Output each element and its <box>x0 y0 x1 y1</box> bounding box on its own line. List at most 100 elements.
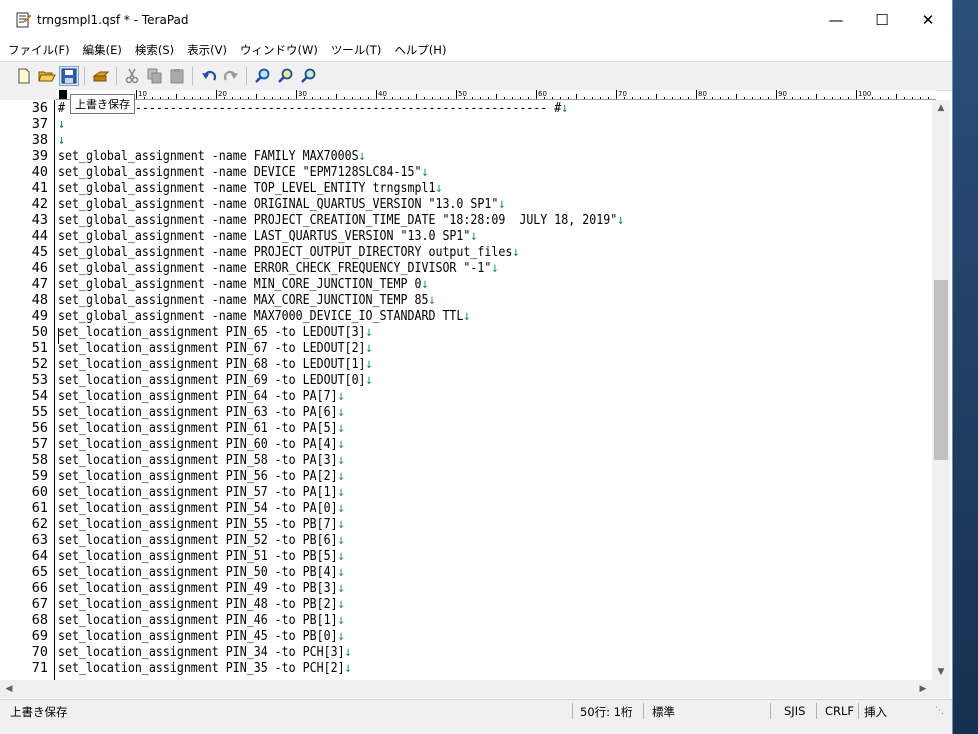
editor-line: 41 set_global_assignment -name TOP_LEVEL_… <box>0 180 932 196</box>
scroll-down-button[interactable]: ▼ <box>932 664 950 680</box>
scroll-left-button[interactable]: ◀ <box>0 681 18 697</box>
text-editor[interactable]: 36 # ------------------------------------… <box>0 100 932 680</box>
ruler-tick <box>448 97 449 99</box>
ruler-tick <box>584 97 585 99</box>
ruler-tick <box>568 97 569 99</box>
menu-edit[interactable]: 編集(E) <box>75 42 127 58</box>
ruler-tick <box>320 97 321 99</box>
line-text: set_global_assignment -name DEVICE "EPM7… <box>58 164 428 180</box>
ruler-tick <box>168 97 169 99</box>
ruler-tick <box>680 97 681 99</box>
ruler-tick <box>440 97 441 99</box>
toolbar-separator <box>192 67 193 85</box>
line-number: 64 <box>31 548 48 564</box>
character-encoding[interactable]: SJIS <box>784 704 805 718</box>
menu-window[interactable]: ウィンドウ(W) <box>232 42 323 58</box>
line-text: set_location_assignment PIN_45 -to PB[0]… <box>58 628 345 644</box>
ruler-tick <box>704 97 705 99</box>
new-file-button[interactable] <box>14 66 34 86</box>
line-content: set_location_assignment PIN_69 -to LEDOU… <box>58 372 366 388</box>
line-content: set_location_assignment PIN_67 -to LEDOU… <box>58 340 366 356</box>
line-content: set_location_assignment PIN_54 -to PA[0] <box>58 500 338 516</box>
cut-button[interactable] <box>122 66 142 86</box>
ruler-tick <box>640 97 641 99</box>
menu-help[interactable]: ヘルプ(H) <box>386 42 451 58</box>
editor-line: 38 ↓ <box>0 132 932 148</box>
paste-button[interactable] <box>167 66 187 86</box>
scroll-up-button[interactable]: ▲ <box>932 100 950 116</box>
maximize-button[interactable]: ☐ <box>859 0 905 40</box>
line-text: set_location_assignment PIN_48 -to PB[2]… <box>58 596 345 612</box>
scissors-icon <box>125 68 139 84</box>
editor-line: 43 set_global_assignment -name PROJECT_CR… <box>0 212 932 228</box>
save-button[interactable] <box>59 66 79 86</box>
ruler-tick <box>832 97 833 99</box>
ruler-tick <box>392 97 393 99</box>
newline-type[interactable]: CRLF <box>825 704 854 718</box>
editor-line: 52 set_location_assignment PIN_68 -to LED… <box>0 356 932 372</box>
ruler-tick <box>608 97 609 99</box>
horizontal-scrollbar[interactable]: ◀ ▶ <box>0 680 932 698</box>
newline-marker: ↓ <box>463 308 471 324</box>
ruler-tick <box>768 97 769 99</box>
insert-mode[interactable]: 挿入 <box>864 704 887 720</box>
save-tooltip: 上書き保存 <box>70 94 135 114</box>
ruler-tick <box>432 97 433 99</box>
toolbar-separator <box>246 67 247 85</box>
ruler-tick <box>408 97 409 99</box>
undo-button[interactable] <box>199 66 219 86</box>
ruler-tick <box>864 97 865 99</box>
ruler-tick <box>880 97 881 99</box>
find-previous-button[interactable] <box>299 66 319 86</box>
line-content: set_global_assignment -name MAX_CORE_JUN… <box>58 292 429 308</box>
ruler-tick <box>664 97 665 99</box>
ruler-tick <box>928 97 929 99</box>
menu-search[interactable]: 検索(S) <box>127 42 179 58</box>
close-button[interactable]: ✕ <box>905 0 951 40</box>
ruler-tick <box>496 94 497 99</box>
menu-file[interactable]: ファイル(F) <box>0 42 75 58</box>
editor-line: 37 ↓ <box>0 116 932 132</box>
editor-line: 59 set_location_assignment PIN_56 -to PA[… <box>0 468 932 484</box>
cursor-position: 50行: 1桁 <box>580 705 633 719</box>
redo-button[interactable] <box>221 66 241 86</box>
resize-grip-icon[interactable]: ⋱ <box>935 706 944 716</box>
ruler-tick <box>632 97 633 99</box>
ruler-tick <box>176 94 177 99</box>
maximize-icon: ☐ <box>875 11 889 29</box>
newline-marker: ↓ <box>337 580 345 596</box>
ruler-label: 70 <box>616 90 627 99</box>
find-next-button[interactable] <box>276 66 296 86</box>
ruler-tick <box>672 97 673 99</box>
print-button[interactable] <box>91 66 111 86</box>
ruler-label: 60 <box>536 90 547 99</box>
menu-view[interactable]: 表示(V) <box>179 42 232 58</box>
printer-icon <box>92 71 110 82</box>
editor-line: 39 set_global_assignment -name FAMILY MAX… <box>0 148 932 164</box>
scroll-right-button[interactable]: ▶ <box>914 681 932 697</box>
editor-line: 71 set_location_assignment PIN_35 -to PCH… <box>0 660 932 676</box>
minimize-button[interactable]: — <box>813 0 859 40</box>
newline-marker: ↓ <box>365 324 373 340</box>
line-text: set_location_assignment PIN_57 -to PA[1]… <box>58 484 345 500</box>
ruler-tick <box>192 97 193 99</box>
ruler-tick <box>256 94 257 99</box>
vertical-scroll-thumb[interactable] <box>934 280 948 460</box>
ruler-cursor-marker <box>59 90 67 99</box>
magnifier-next-icon <box>278 68 293 83</box>
newline-marker: ↓ <box>58 116 66 132</box>
line-content: set_location_assignment PIN_45 -to PB[0] <box>58 628 338 644</box>
find-button[interactable] <box>253 66 273 86</box>
copy-button[interactable] <box>145 66 165 86</box>
line-content: set_location_assignment PIN_49 -to PB[3] <box>58 580 338 596</box>
open-file-button[interactable] <box>37 66 57 86</box>
ruler-tick <box>416 94 417 99</box>
menu-tools[interactable]: ツール(T) <box>323 42 387 58</box>
ruler-tick <box>896 94 897 99</box>
line-number: 61 <box>31 500 48 516</box>
vertical-scrollbar[interactable]: ▲ ▼ <box>932 100 950 680</box>
ruler-tick <box>504 97 505 99</box>
line-text: set_location_assignment PIN_34 -to PCH[3… <box>58 644 352 660</box>
newline-marker: ↓ <box>421 164 429 180</box>
newline-marker: ↓ <box>337 452 345 468</box>
